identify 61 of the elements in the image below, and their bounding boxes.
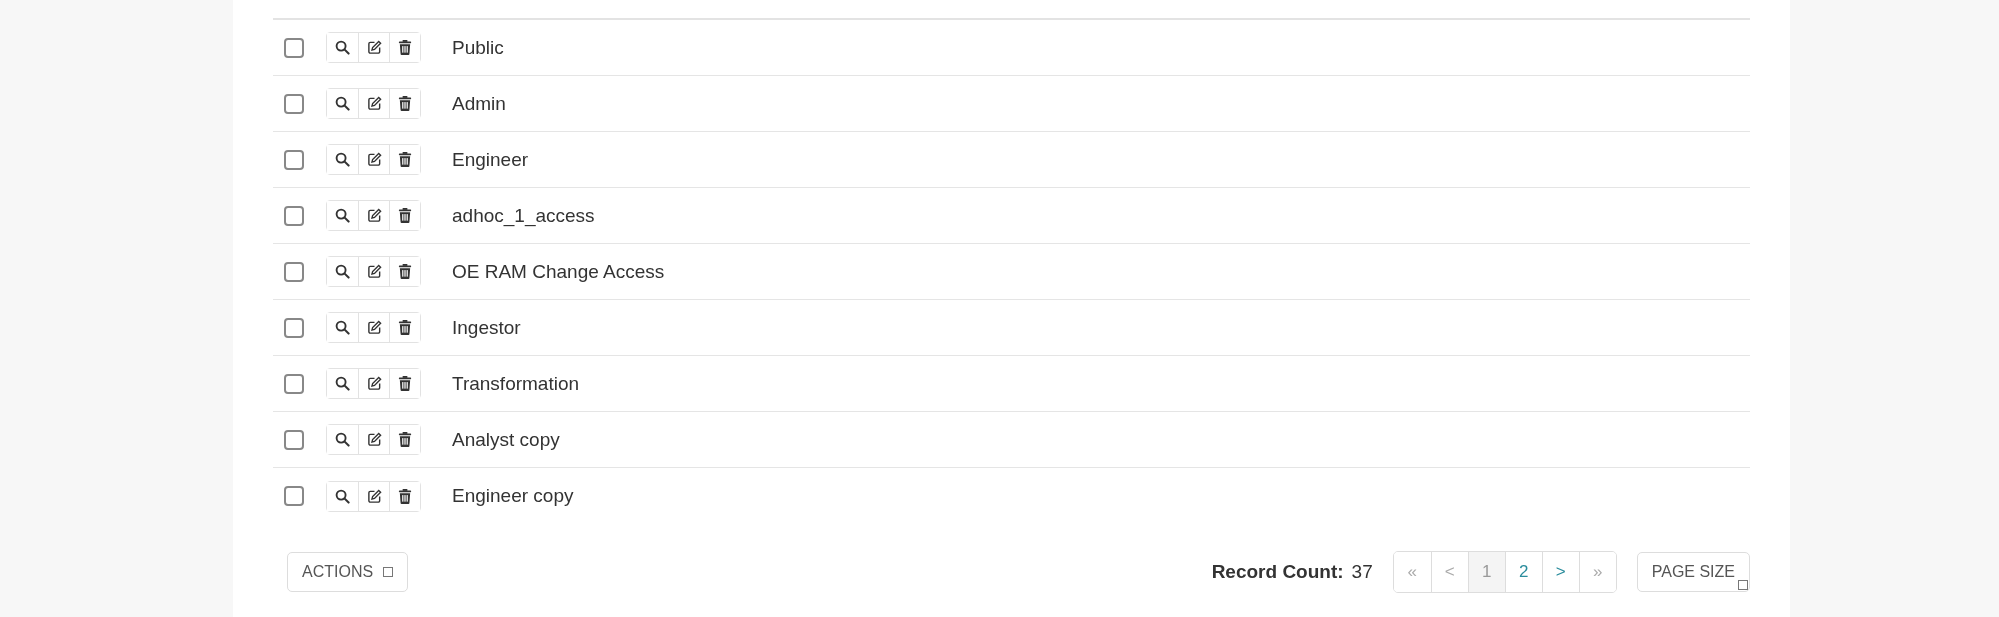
row-checkbox[interactable]	[284, 37, 304, 58]
edit-icon	[366, 40, 382, 55]
role-name: OE RAM Change Access	[452, 260, 665, 283]
search-icon	[335, 208, 350, 223]
search-icon	[335, 488, 350, 504]
actions-button[interactable]: ACTIONS	[287, 552, 409, 592]
role-name: Analyst copy	[452, 428, 560, 451]
search-icon	[335, 40, 350, 55]
trash-icon	[398, 96, 412, 111]
trash-icon	[398, 208, 412, 223]
role-name: Admin	[452, 92, 506, 115]
role-name: Engineer	[452, 148, 529, 171]
trash-icon	[398, 432, 412, 447]
role-name: Ingestor	[452, 316, 521, 339]
delete-button[interactable]	[389, 33, 420, 62]
edit-icon	[366, 264, 382, 279]
row-checkbox[interactable]	[284, 149, 304, 170]
edit-icon	[366, 152, 382, 167]
delete-button[interactable]	[389, 481, 420, 511]
square-icon	[383, 567, 394, 577]
search-icon	[335, 96, 350, 111]
trash-icon	[398, 488, 412, 504]
trash-icon	[398, 264, 412, 279]
edit-icon	[366, 488, 382, 504]
search-icon	[335, 320, 350, 335]
delete-button[interactable]	[389, 425, 420, 454]
search-icon	[335, 432, 350, 447]
role-name: Transformation	[452, 372, 580, 395]
edit-icon	[366, 432, 382, 447]
edit-icon	[366, 320, 382, 335]
row-checkbox[interactable]	[284, 317, 304, 338]
edit-icon	[366, 376, 382, 391]
role-name: adhoc_1_access	[452, 204, 595, 227]
trash-icon	[398, 152, 412, 167]
record-count-value: 37	[1351, 561, 1373, 583]
trash-icon	[398, 40, 412, 55]
page-button[interactable]: 1	[1467, 552, 1505, 592]
delete-button[interactable]	[389, 369, 420, 398]
record-count-label: Record Count:	[1211, 561, 1344, 583]
delete-button[interactable]	[389, 257, 420, 286]
trash-icon	[398, 376, 412, 391]
role-name: Public	[452, 36, 504, 59]
role-name: Engineer copy	[452, 485, 574, 507]
row-checkbox[interactable]	[284, 486, 304, 506]
search-icon	[335, 152, 350, 167]
delete-button[interactable]	[389, 89, 420, 118]
row-checkbox[interactable]	[284, 261, 304, 282]
row-checkbox[interactable]	[284, 93, 304, 114]
edit-icon	[366, 208, 382, 223]
trash-icon	[398, 320, 412, 335]
row-checkbox[interactable]	[284, 429, 304, 450]
delete-button[interactable]	[389, 313, 420, 342]
row-checkbox[interactable]	[284, 205, 304, 226]
delete-button[interactable]	[389, 145, 420, 174]
delete-button[interactable]	[389, 201, 420, 230]
search-icon	[335, 264, 350, 279]
page-size-button[interactable]: PAGE SIZE	[1636, 552, 1750, 592]
square-icon	[1738, 580, 1748, 590]
row-checkbox[interactable]	[284, 373, 304, 394]
search-icon	[335, 376, 350, 391]
edit-icon	[366, 96, 382, 111]
